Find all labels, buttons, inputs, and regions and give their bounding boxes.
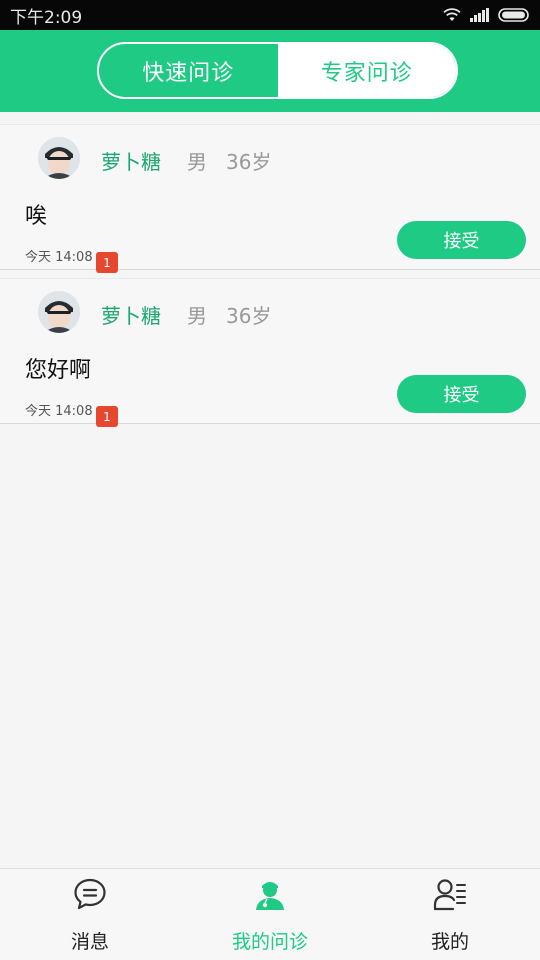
doctor-icon [256,882,284,910]
status-time: 下午2:09 [10,7,83,28]
tab-expert-consult[interactable]: 专家问诊 [277,44,456,97]
patient-gender: 男 [187,304,207,328]
status-icons [442,7,532,23]
signal-icon [470,8,489,22]
accept-button[interactable]: 接受 [397,375,526,413]
message-preview: 您好啊 [25,358,92,383]
consultation-list: 萝卜糖 男 36岁 唉 今天 14:08 1 接受 萝卜糖 男 36岁 您好啊 … [0,112,540,427]
unread-badge: 1 [96,252,118,273]
unread-badge: 1 [96,406,118,427]
tab-my-consultations[interactable]: 我的问诊 [180,869,360,960]
avatar [38,137,80,179]
wifi-icon [443,8,461,21]
patient-name: 萝卜糖 [101,304,161,328]
message-time: 今天 14:08 [25,404,93,419]
list-item[interactable]: 萝卜糖 男 36岁 您好啊 今天 14:08 1 接受 [0,278,540,427]
tab-quick-consult[interactable]: 快速问诊 [99,44,278,97]
battery-icon [498,8,529,22]
tab-label: 消息 [70,931,109,953]
consult-type-switch: 快速问诊 专家问诊 [97,42,458,99]
tab-messages[interactable]: 消息 [0,869,180,960]
profile-list-icon [433,879,466,911]
message-time: 今天 14:08 [25,250,93,265]
tab-label: 我的问诊 [231,931,308,953]
tab-mine[interactable]: 我的 [360,869,540,960]
message-preview: 唉 [25,204,48,229]
patient-name: 萝卜糖 [101,150,161,174]
header: 快速问诊 专家问诊 [0,30,540,112]
avatar [38,291,80,333]
bottom-tab-bar: 消息 我的问诊 我的 [0,868,540,960]
patient-age: 36岁 [226,304,272,328]
tab-label: 我的 [430,931,469,953]
patient-age: 36岁 [226,150,272,174]
patient-gender: 男 [187,150,207,174]
accept-button[interactable]: 接受 [397,221,526,259]
list-item[interactable]: 萝卜糖 男 36岁 唉 今天 14:08 1 接受 [0,124,540,273]
chat-bubble-icon [74,878,106,910]
status-bar: 下午2:09 [0,0,540,30]
